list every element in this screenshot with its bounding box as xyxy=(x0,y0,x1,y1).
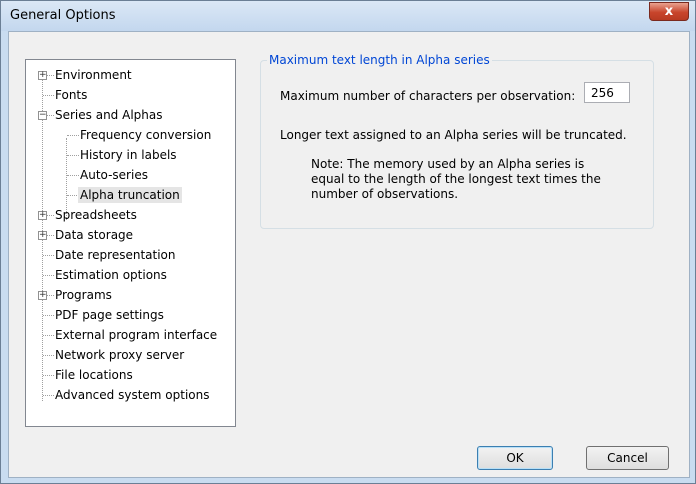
tree-item-date-representation[interactable]: Date representation xyxy=(55,245,176,265)
options-tree[interactable]: + Environment Fonts − Series and Alphas … xyxy=(25,59,236,427)
tree-item-external-program-interface[interactable]: External program interface xyxy=(55,325,217,345)
tree-item-data-storage[interactable]: Data storage xyxy=(55,225,133,245)
tree-item-alpha-truncation[interactable]: Alpha truncation xyxy=(78,185,182,205)
dialog-client-area: + Environment Fonts − Series and Alphas … xyxy=(8,31,690,478)
collapse-icon[interactable]: − xyxy=(38,111,47,120)
tree-item-history-in-labels[interactable]: History in labels xyxy=(80,145,177,165)
tree-item-series-and-alphas[interactable]: Series and Alphas xyxy=(55,105,162,125)
tree-item-advanced-system-options[interactable]: Advanced system options xyxy=(55,385,209,405)
cancel-button[interactable]: Cancel xyxy=(586,446,669,470)
close-button[interactable]: x xyxy=(649,2,689,21)
tree-item-file-locations[interactable]: File locations xyxy=(55,365,133,385)
truncation-info-text: Longer text assigned to an Alpha series … xyxy=(280,128,627,142)
tree-item-auto-series[interactable]: Auto-series xyxy=(80,165,148,185)
expand-icon[interactable]: + xyxy=(38,231,47,240)
alpha-length-groupbox: Maximum text length in Alpha series Maxi… xyxy=(260,53,654,229)
close-icon: x xyxy=(664,4,674,19)
tree-item-estimation-options[interactable]: Estimation options xyxy=(55,265,167,285)
tree-item-pdf-page-settings[interactable]: PDF page settings xyxy=(55,305,164,325)
max-chars-input[interactable] xyxy=(584,82,630,103)
title-bar[interactable]: General Options x xyxy=(1,1,695,31)
general-options-window: General Options x + Environment Fonts − xyxy=(0,0,696,484)
tree-item-environment[interactable]: Environment xyxy=(55,65,132,85)
tree-item-programs[interactable]: Programs xyxy=(55,285,112,305)
groupbox-title: Maximum text length in Alpha series xyxy=(267,53,492,67)
expand-icon[interactable]: + xyxy=(38,71,47,80)
tree-item-network-proxy-server[interactable]: Network proxy server xyxy=(55,345,184,365)
window-title: General Options xyxy=(10,8,116,23)
tree-item-frequency-conversion[interactable]: Frequency conversion xyxy=(80,125,211,145)
expand-icon[interactable]: + xyxy=(38,211,47,220)
expand-icon[interactable]: + xyxy=(38,291,47,300)
max-chars-label: Maximum number of characters per observa… xyxy=(280,89,576,103)
ok-button[interactable]: OK xyxy=(477,446,553,470)
memory-note: Note: The memory used by an Alpha series… xyxy=(311,157,601,201)
tree-item-fonts[interactable]: Fonts xyxy=(55,85,87,105)
tree-item-spreadsheets[interactable]: Spreadsheets xyxy=(55,205,137,225)
